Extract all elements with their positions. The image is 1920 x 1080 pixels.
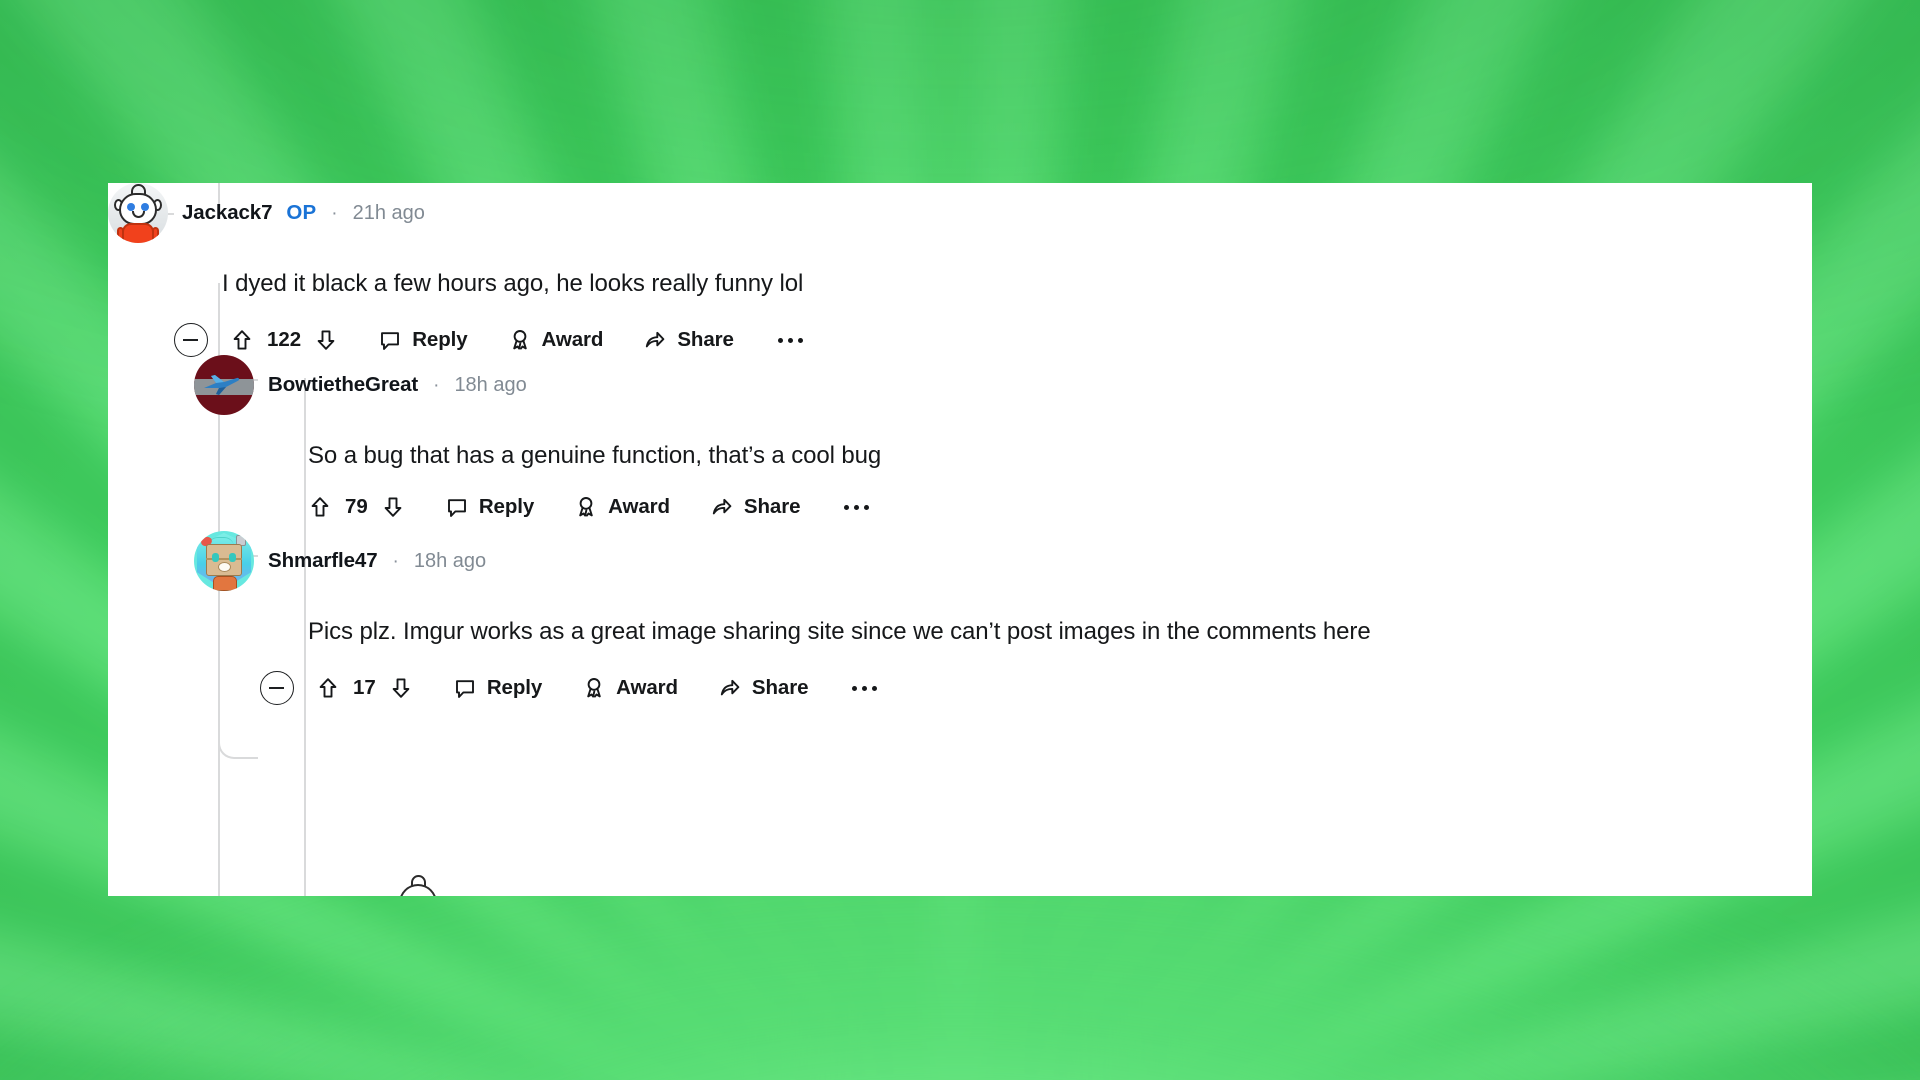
comment-bubble-icon [445, 495, 469, 519]
comment-body-op: I dyed it black a few hours ago, he look… [222, 270, 804, 297]
op-badge: OP [286, 201, 317, 224]
username-op[interactable]: Jackack7 [182, 201, 273, 225]
separator-dot: · [331, 202, 338, 224]
share-button-op[interactable]: Share [643, 328, 734, 352]
snoo-eye-left-icon [127, 203, 135, 211]
comment-body-reply-2: Pics plz. Imgur works as a great image s… [308, 618, 1371, 645]
comment-actions-reply-1: 79 Reply Award Share [308, 495, 1812, 519]
vote-group-op: 122 [230, 328, 338, 352]
robot-eye-left-icon [212, 553, 219, 562]
robot-muzzle-icon [218, 562, 231, 572]
username-reply-2[interactable]: Shmarfle47 [268, 549, 378, 573]
comment-bubble-icon [378, 328, 402, 352]
comment-actions-reply-2: 17 Reply Award Share [260, 671, 1812, 706]
vote-count-op: 122 [267, 328, 302, 352]
thread-connector-reply-3 [218, 719, 258, 759]
share-label-reply-1: Share [743, 495, 801, 519]
share-arrow-icon [643, 328, 667, 352]
share-arrow-icon [710, 495, 734, 519]
share-label-reply-2: Share [751, 676, 809, 700]
award-button-reply-1[interactable]: Award [574, 495, 670, 519]
downvote-icon[interactable] [389, 676, 413, 700]
collapse-icon[interactable] [260, 671, 294, 706]
snoo-head-icon [399, 884, 437, 896]
award-label-reply-1: Award [608, 495, 670, 519]
upvote-icon[interactable] [316, 676, 340, 700]
more-options-icon[interactable] [777, 337, 803, 343]
vote-count-reply-1: 79 [345, 495, 368, 519]
award-button-op[interactable]: Award [508, 328, 604, 352]
comment-reply-2: Shmarfle47 · 18h ago Pics plz. Imgur wor… [194, 531, 1812, 706]
award-ribbon-icon [582, 676, 606, 700]
reply-label-reply-1: Reply [478, 495, 535, 519]
award-label-op: Award [541, 328, 604, 352]
downvote-icon[interactable] [314, 328, 338, 352]
reply-button-reply-2[interactable]: Reply [453, 676, 542, 700]
robot-torso-icon [213, 576, 237, 591]
timestamp-reply-1: 18h ago [454, 373, 527, 396]
share-arrow-icon [718, 676, 742, 700]
robot-eye-right-icon [229, 553, 236, 562]
comment-bubble-icon [453, 676, 477, 700]
username-reply-1[interactable]: BowtietheGreat [268, 373, 418, 397]
downvote-icon[interactable] [381, 495, 405, 519]
fighter-jet-icon [202, 371, 246, 397]
reply-label-reply-2: Reply [486, 676, 543, 700]
comment-op: Jackack7 OP · 21h ago I dyed it black a … [108, 183, 1812, 358]
comment-header-reply-2: Shmarfle47 · 18h ago [194, 531, 1812, 591]
comment-thread: Jackack7 OP · 21h ago I dyed it black a … [108, 183, 1812, 896]
upvote-icon[interactable] [230, 328, 254, 352]
reply-label-op: Reply [412, 328, 468, 352]
snoo-head-icon [119, 193, 157, 225]
reply-button-op[interactable]: Reply [378, 328, 468, 352]
vote-group-reply-2: 17 [316, 676, 413, 700]
comment-body-reply-1: So a bug that has a genuine function, th… [308, 442, 882, 469]
snoo-body-icon [122, 223, 154, 243]
separator-dot-reply-1: · [433, 374, 440, 396]
timestamp-reply-2: 18h ago [413, 549, 487, 572]
share-label-op: Share [677, 328, 734, 352]
award-ribbon-icon [508, 328, 532, 352]
comment-reply-1: BowtietheGreat · 18h ago So a bug that h… [194, 355, 1812, 519]
award-ribbon-icon [574, 495, 598, 519]
comment-header-op: Jackack7 OP · 21h ago [108, 183, 1812, 243]
vote-count-reply-2: 17 [353, 676, 376, 700]
more-options-icon[interactable] [844, 504, 870, 510]
award-button-reply-2[interactable]: Award [582, 676, 678, 700]
reply-button-reply-1[interactable]: Reply [445, 495, 534, 519]
timestamp-op: 21h ago [352, 201, 425, 224]
collapse-icon[interactable] [174, 323, 208, 358]
more-options-icon[interactable] [852, 685, 878, 691]
comment-header-reply-1: BowtietheGreat · 18h ago [194, 355, 1812, 415]
box-robot-avatar[interactable] [194, 531, 254, 591]
jet-avatar[interactable] [194, 355, 254, 415]
snoo-avatar[interactable] [108, 183, 168, 243]
upvote-icon[interactable] [308, 495, 332, 519]
award-label-reply-2: Award [616, 676, 678, 700]
snoo-eye-right-icon [141, 203, 149, 211]
next-comment-avatar-partial[interactable] [388, 873, 448, 896]
separator-dot-reply-2: · [392, 550, 399, 572]
comment-thread-card: Jackack7 OP · 21h ago I dyed it black a … [108, 183, 1812, 896]
share-button-reply-2[interactable]: Share [718, 676, 809, 700]
share-button-reply-1[interactable]: Share [710, 495, 801, 519]
vote-group-reply-1: 79 [308, 495, 405, 519]
comment-actions-op: 122 Reply Award Share [174, 323, 1812, 358]
